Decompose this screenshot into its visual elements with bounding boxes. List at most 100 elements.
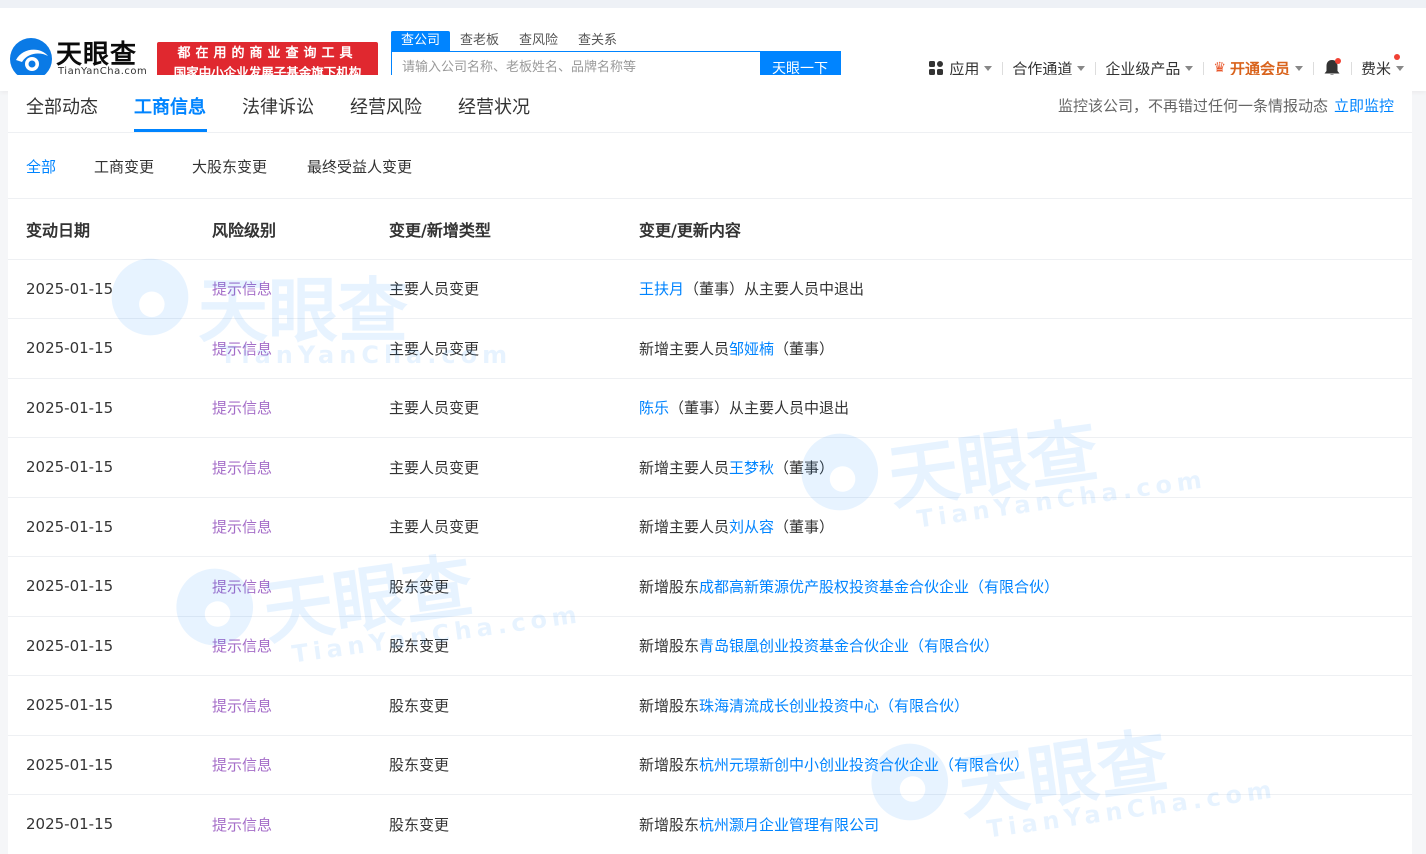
change-text-prefix: 新增主要人员: [639, 339, 730, 358]
change-type: 主要人员变更: [389, 497, 639, 557]
risk-level[interactable]: 提示信息: [212, 378, 389, 438]
col-risk: 风险级别: [212, 200, 389, 260]
change-content: 新增主要人员王梦秋（董事）: [639, 437, 1412, 498]
chevron-down-icon: [1077, 65, 1086, 71]
monitor-link[interactable]: 立即监控: [1334, 97, 1394, 115]
risk-level[interactable]: 提示信息: [212, 318, 389, 379]
change-type: 股东变更: [389, 556, 639, 617]
content-card: 全部动态 工商信息 法律诉讼 经营风险 经营状况 监控该公司，不再错过任何一条情…: [8, 75, 1412, 854]
change-date: 2025-01-15: [8, 616, 212, 676]
notification-dot: [1394, 53, 1400, 60]
change-text-prefix: 新增主要人员: [639, 518, 730, 537]
change-text-suffix: （董事）: [774, 518, 835, 537]
change-type: 股东变更: [389, 675, 639, 736]
search-tab-relation[interactable]: 查关系: [568, 31, 627, 51]
subtab-business-change[interactable]: 工商变更: [94, 156, 154, 177]
col-content: 变更/更新内容: [639, 200, 1412, 260]
change-content: 陈乐（董事）从主要人员中退出: [639, 378, 1412, 438]
tab-all-dynamics[interactable]: 全部动态: [26, 93, 98, 119]
slogan-line-1: 都在用的商业查询工具: [177, 46, 358, 61]
subtab-beneficiary[interactable]: 最终受益人变更: [307, 156, 412, 177]
change-date: 2025-01-15: [8, 437, 212, 498]
table-row: 2025-01-15 提示信息 主要人员变更 王扶月（董事）从主要人员中退出: [8, 259, 1412, 319]
table-row: 2025-01-15 提示信息 主要人员变更 新增主要人员王梦秋（董事）: [8, 437, 1412, 498]
change-content: 新增股东青岛银凰创业投资基金合伙企业（有限合伙）: [639, 616, 1412, 676]
crown-icon: ♛: [1213, 60, 1226, 76]
change-date: 2025-01-15: [8, 259, 212, 319]
table-row: 2025-01-15 提示信息 股东变更 新增股东杭州灏月企业管理有限公司: [8, 794, 1412, 854]
risk-level[interactable]: 提示信息: [212, 735, 389, 795]
search-tabs: 查公司 查老板 查风险 查关系: [391, 31, 627, 51]
change-content: 新增股东成都高新策源优产股权投资基金合伙企业（有限合伙）: [639, 556, 1412, 617]
change-table: 变动日期 风险级别 变更/新增类型 变更/更新内容 2025-01-15 提示信息…: [8, 200, 1412, 854]
change-type: 股东变更: [389, 616, 639, 676]
tab-legal[interactable]: 法律诉讼: [242, 93, 314, 119]
change-text-suffix: （董事）: [774, 339, 835, 358]
table-header-row: 变动日期 风险级别 变更/新增类型 变更/更新内容: [8, 200, 1412, 260]
change-date: 2025-01-15: [8, 497, 212, 557]
table-row: 2025-01-15 提示信息 股东变更 新增股东成都高新策源优产股权投资基金合伙企业…: [8, 556, 1412, 617]
entity-link[interactable]: 王梦秋: [729, 459, 774, 477]
subtab-major-shareholder[interactable]: 大股东变更: [192, 156, 267, 177]
entity-link[interactable]: 陈乐: [639, 399, 669, 417]
change-content: 新增股东杭州元璟新创中小创业投资合伙企业（有限合伙）: [639, 735, 1412, 795]
change-content: 王扶月（董事）从主要人员中退出: [639, 259, 1412, 319]
active-tab-indicator: [134, 129, 207, 132]
entity-link[interactable]: 成都高新策源优产股权投资基金合伙企业（有限合伙）: [699, 578, 1059, 596]
change-date: 2025-01-15: [8, 318, 212, 379]
col-date: 变动日期: [8, 200, 212, 260]
change-date: 2025-01-15: [8, 675, 212, 736]
change-text-suffix: （董事）从主要人员中退出: [669, 399, 850, 418]
entity-link[interactable]: 邹娅楠: [729, 340, 774, 358]
tab-business-info[interactable]: 工商信息: [134, 93, 206, 119]
search-tab-company[interactable]: 查公司: [391, 31, 451, 51]
entity-link[interactable]: 杭州灏月企业管理有限公司: [699, 816, 879, 834]
subtab-all[interactable]: 全部: [26, 156, 56, 177]
table-row: 2025-01-15 提示信息 股东变更 新增股东青岛银凰创业投资基金合伙企业（有限合…: [8, 616, 1412, 676]
change-type: 股东变更: [389, 735, 639, 795]
change-text-prefix: 新增股东: [639, 696, 700, 715]
change-content: 新增主要人员刘从容（董事）: [639, 497, 1412, 557]
tab-operation-risk[interactable]: 经营风险: [350, 93, 422, 119]
table-row: 2025-01-15 提示信息 主要人员变更 新增主要人员刘从容（董事）: [8, 497, 1412, 557]
change-date: 2025-01-15: [8, 794, 212, 854]
change-type: 主要人员变更: [389, 437, 639, 498]
change-text-suffix: （董事）: [774, 458, 835, 477]
risk-level[interactable]: 提示信息: [212, 675, 389, 736]
change-type: 主要人员变更: [389, 318, 639, 379]
change-content: 新增主要人员邹娅楠（董事）: [639, 318, 1412, 379]
sub-tabs: 全部 工商变更 大股东变更 最终受益人变更: [8, 134, 1412, 199]
change-text-prefix: 新增股东: [639, 637, 700, 656]
change-text-suffix: （董事）从主要人员中退出: [684, 280, 865, 299]
change-type: 股东变更: [389, 794, 639, 854]
tab-operation-status[interactable]: 经营状况: [458, 93, 530, 119]
risk-level[interactable]: 提示信息: [212, 437, 389, 498]
risk-level[interactable]: 提示信息: [212, 259, 389, 319]
change-date: 2025-01-15: [8, 556, 212, 617]
monitor-text: 监控该公司，不再错过任何一条情报动态: [1057, 97, 1328, 115]
change-text-prefix: 新增主要人员: [639, 458, 730, 477]
table-row: 2025-01-15 提示信息 主要人员变更 新增主要人员邹娅楠（董事）: [8, 318, 1412, 379]
table-row: 2025-01-15 提示信息 股东变更 新增股东珠海清流成长创业投资中心（有限合伙）: [8, 675, 1412, 736]
search-tab-risk[interactable]: 查风险: [509, 31, 568, 51]
entity-link[interactable]: 刘从容: [729, 518, 774, 536]
change-type: 主要人员变更: [389, 259, 639, 319]
risk-level[interactable]: 提示信息: [212, 497, 389, 557]
chevron-down-icon: [1294, 65, 1303, 71]
entity-link[interactable]: 青岛银凰创业投资基金合伙企业（有限合伙）: [699, 637, 999, 655]
risk-level[interactable]: 提示信息: [212, 616, 389, 676]
risk-level[interactable]: 提示信息: [212, 556, 389, 617]
apps-grid-icon: [929, 61, 944, 75]
col-type: 变更/新增类型: [389, 200, 639, 260]
risk-level[interactable]: 提示信息: [212, 794, 389, 854]
chevron-down-icon: [1185, 65, 1194, 71]
search-tab-boss[interactable]: 查老板: [450, 31, 509, 51]
monitor-bar: 监控该公司，不再错过任何一条情报动态 立即监控: [1058, 95, 1394, 116]
change-text-prefix: 新增股东: [639, 756, 700, 775]
entity-link[interactable]: 杭州元璟新创中小创业投资合伙企业（有限合伙）: [699, 756, 1029, 774]
main-tabs: 全部动态 工商信息 法律诉讼 经营风险 经营状况 监控该公司，不再错过任何一条情…: [8, 75, 1412, 133]
entity-link[interactable]: 王扶月: [639, 280, 684, 298]
entity-link[interactable]: 珠海清流成长创业投资中心（有限合伙）: [699, 697, 969, 715]
change-content: 新增股东杭州灏月企业管理有限公司: [639, 794, 1412, 854]
chevron-down-icon: [1396, 65, 1404, 71]
